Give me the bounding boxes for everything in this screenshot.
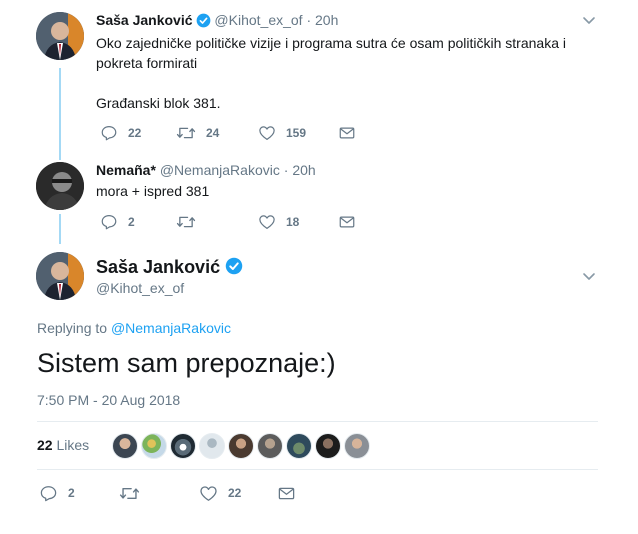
retweet-button[interactable] — [119, 483, 150, 503]
retweet-icon — [119, 484, 140, 503]
tweet-text-line: Građanski blok 381. — [96, 95, 221, 111]
main-tweet-text: Sistem sam prepoznaje:) — [37, 348, 336, 378]
separator-dot: · — [306, 12, 312, 28]
direct-message-button[interactable] — [338, 212, 356, 232]
reply-icon — [100, 124, 118, 142]
like-count: 159 — [286, 126, 307, 140]
divider — [37, 469, 598, 470]
tweet-text-line: Oko zajedničke političke vizije i progra… — [96, 35, 566, 51]
retweet-button[interactable] — [176, 212, 206, 232]
likes-label: Likes — [56, 437, 90, 453]
author-handle[interactable]: @Kihot_ex_of — [96, 280, 184, 296]
chevron-down-icon[interactable] — [581, 268, 597, 284]
like-button[interactable]: 159 — [258, 123, 306, 143]
like-button[interactable]: 18 — [258, 212, 299, 232]
retweet-button[interactable]: 24 — [176, 123, 219, 143]
likes-count: 22 — [37, 437, 53, 453]
author-name[interactable]: Saša Janković — [96, 12, 193, 28]
envelope-icon — [277, 484, 296, 503]
chevron-down-icon[interactable] — [581, 12, 597, 28]
tweet-header: Nemaña* @NemanjaRakovic · 20h — [96, 161, 316, 179]
heart-icon — [258, 213, 276, 231]
reply-button[interactable]: 2 — [100, 212, 135, 232]
verified-badge-icon — [225, 257, 243, 280]
tweet-text-line: pokreta formirati — [96, 55, 198, 71]
reply-icon — [39, 484, 58, 503]
author-name[interactable]: Nemaña* — [96, 162, 156, 178]
heart-icon — [258, 124, 276, 142]
envelope-icon — [338, 124, 356, 142]
envelope-icon — [338, 213, 356, 231]
avatar[interactable] — [36, 252, 84, 300]
tweet-actions: 2 22 — [37, 483, 307, 503]
replying-to-label: Replying to — [37, 320, 108, 336]
avatar[interactable] — [36, 162, 84, 210]
tweet-actions: 22 24 159 — [96, 123, 366, 143]
reply-count: 22 — [128, 126, 142, 140]
liker-avatar[interactable] — [141, 433, 167, 459]
liker-avatar[interactable] — [315, 433, 341, 459]
like-count: 22 — [228, 486, 242, 500]
reply-button[interactable]: 22 — [100, 123, 141, 143]
avatar[interactable] — [36, 12, 84, 60]
replying-to-mention[interactable]: @NemanjaRakovic — [111, 320, 231, 336]
like-button[interactable]: 22 — [199, 483, 241, 503]
liker-avatar[interactable] — [228, 433, 254, 459]
reply-icon — [100, 213, 118, 231]
tweet-time[interactable]: 20h — [292, 162, 315, 178]
likes-summary[interactable]: 22 Likes — [37, 437, 89, 453]
direct-message-button[interactable] — [277, 483, 296, 503]
reply-count: 2 — [68, 486, 75, 500]
divider — [37, 421, 598, 422]
author-name-text[interactable]: Saša Janković — [96, 257, 220, 277]
tweet-timestamp[interactable]: 7:50 PM - 20 Aug 2018 — [37, 392, 180, 408]
tweet-actions: 2 18 — [96, 212, 366, 232]
like-count: 18 — [286, 215, 300, 229]
liker-avatar[interactable] — [344, 433, 370, 459]
tweet-text: Oko zajedničke političke vizije i progra… — [96, 33, 566, 113]
direct-message-button[interactable] — [338, 123, 356, 143]
liker-avatar[interactable] — [199, 433, 225, 459]
tweet-header: Saša Janković @Kihot_ex_of · 20h — [96, 11, 338, 32]
tweet-text: mora + ispred 381 — [96, 181, 209, 201]
replying-to: Replying to @NemanjaRakovic — [37, 320, 231, 336]
heart-icon — [199, 484, 218, 503]
thread-connector — [59, 214, 61, 244]
liker-avatar[interactable] — [257, 433, 283, 459]
retweet-icon — [176, 213, 196, 231]
reply-button[interactable]: 2 — [39, 483, 75, 503]
author-handle[interactable]: @Kihot_ex_of — [214, 12, 302, 28]
verified-badge-icon — [196, 13, 211, 32]
retweet-count: 24 — [206, 126, 220, 140]
liker-avatar[interactable] — [170, 433, 196, 459]
tweet-time[interactable]: 20h — [315, 12, 338, 28]
reply-count: 2 — [128, 215, 135, 229]
liker-avatar[interactable] — [286, 433, 312, 459]
thread-connector — [59, 68, 61, 160]
tweet-text-line: mora + ispred 381 — [96, 183, 210, 199]
separator-dot: · — [283, 162, 289, 178]
author-name: Saša Janković — [96, 256, 243, 280]
retweet-icon — [176, 124, 196, 142]
author-handle[interactable]: @NemanjaRakovic — [160, 162, 280, 178]
liker-avatar[interactable] — [112, 433, 138, 459]
